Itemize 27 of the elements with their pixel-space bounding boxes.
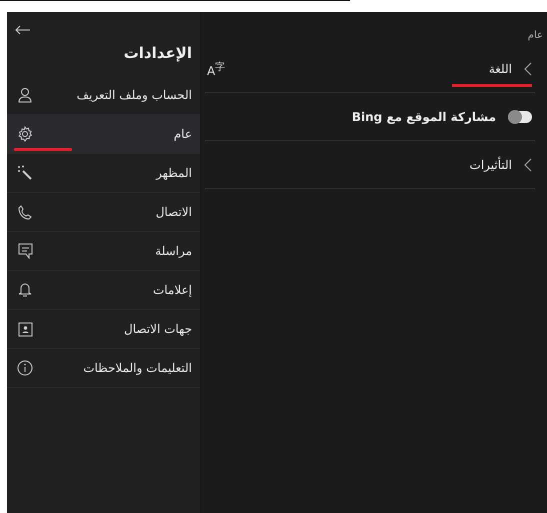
sidebar-item[interactable]: الاتصال [7,193,200,232]
row-label: اللغة [488,62,512,76]
sidebar-item[interactable]: جهات الاتصال [7,310,200,349]
section-heading: عام [526,30,543,41]
language-icon: A$^{字}$ [205,60,226,78]
info-icon [17,360,33,376]
settings-link-row[interactable]: التأثيرات [205,148,535,182]
settings-title: الإعدادات [122,43,193,64]
row-label: التأثيرات [470,158,512,172]
magic-wand-icon [17,165,33,181]
row-label: مشاركة الموقع مع Bing [352,110,496,124]
person-icon [18,87,32,103]
sidebar-item[interactable]: إعلامات [7,271,200,310]
sidebar-item[interactable]: المظهر [7,154,200,193]
phone-icon [18,204,32,220]
message-icon [18,243,32,259]
sidebar-item[interactable]: مراسلة [7,232,200,271]
back-arrow-icon[interactable] [15,25,31,35]
toggle-switch[interactable] [508,110,532,122]
sidebar-item[interactable]: التعليمات والملاحظات [7,349,200,388]
sidebar-item[interactable]: عام [7,115,200,154]
highlight-underline [14,148,72,151]
settings-icon [17,126,33,142]
contact-card-icon [18,322,32,336]
chevron-icon [524,158,532,172]
bell-icon [18,282,32,298]
chevron-icon [524,62,532,76]
